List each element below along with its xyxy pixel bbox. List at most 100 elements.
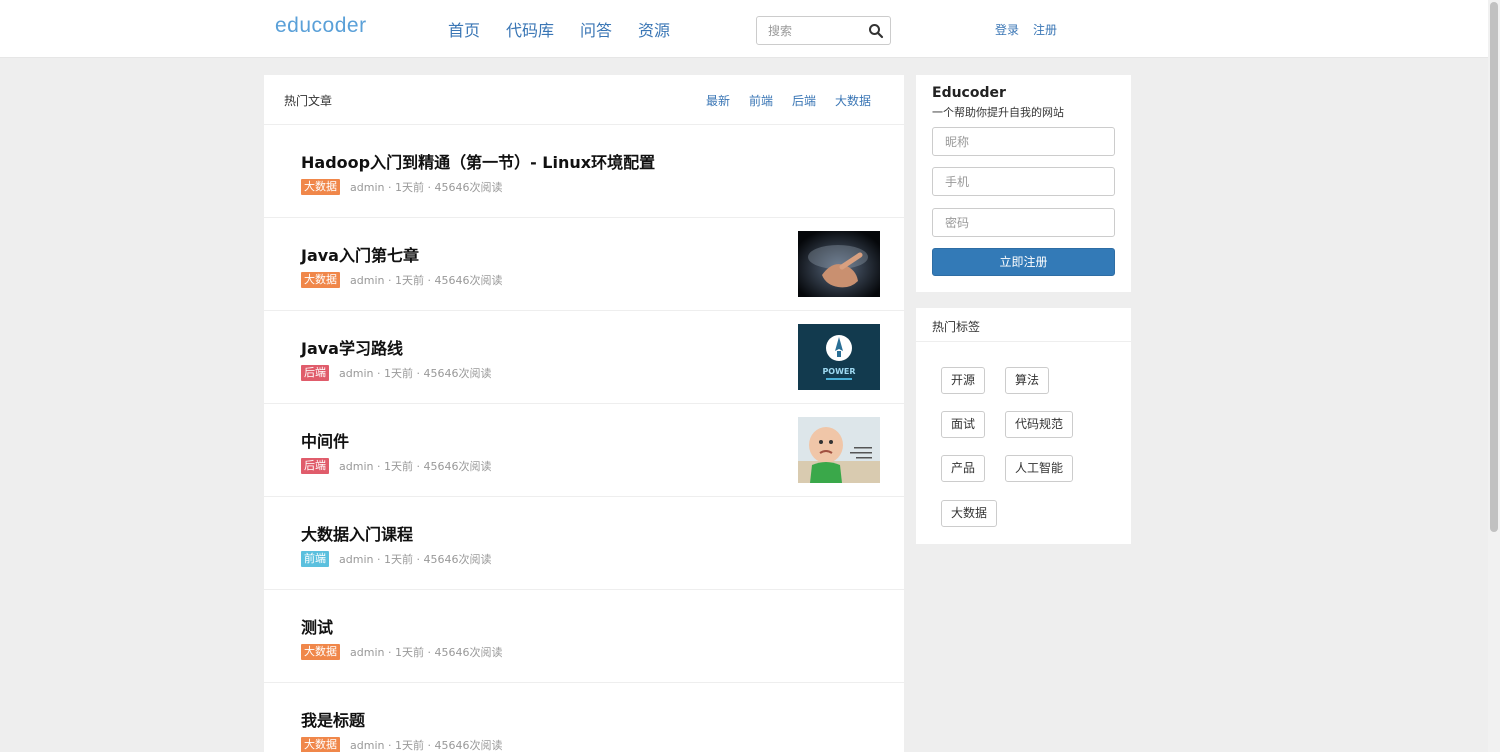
nav-resources[interactable]: 资源	[638, 17, 670, 41]
meta-separator: ·	[384, 273, 395, 287]
meta-separator: ·	[412, 459, 424, 473]
register-link[interactable]: 注册	[1033, 21, 1057, 38]
login-link[interactable]: 登录	[995, 21, 1019, 38]
category-filters: 最新 前端 后端 大数据	[706, 92, 871, 109]
search-icon[interactable]	[868, 23, 884, 39]
article-title[interactable]: Java学习路线	[301, 335, 403, 359]
article-time: 1天前	[383, 460, 413, 473]
category-badge[interactable]: 大数据	[301, 644, 340, 660]
article-reads: 45646次阅读	[434, 274, 503, 287]
meta-separator: ·	[373, 552, 384, 566]
phone-field-wrap	[932, 167, 1115, 196]
password-field-wrap	[932, 208, 1115, 237]
article-meta: 大数据 admin · 1天前 · 45646次阅读	[301, 737, 502, 752]
meta-separator: ·	[423, 180, 435, 194]
article-item[interactable]: Java学习路线 后端 admin · 1天前 · 45646次阅读 POWER	[264, 311, 904, 404]
article-reads: 45646次阅读	[423, 460, 492, 473]
article-list: Hadoop入门到精通（第一节）- Linux环境配置大数据 admin · 1天…	[264, 125, 904, 752]
meta-separator: ·	[384, 738, 395, 752]
article-meta: 大数据 admin · 1天前 · 45646次阅读	[301, 179, 502, 195]
article-time: 1天前	[394, 646, 424, 659]
nav-code-library[interactable]: 代码库	[506, 17, 554, 41]
article-reads: 45646次阅读	[434, 181, 503, 194]
article-reads: 45646次阅读	[423, 553, 492, 566]
panel-header: 热门文章 最新 前端 后端 大数据	[264, 75, 904, 125]
tag-bigdata[interactable]: 大数据	[941, 500, 998, 527]
meta-separator: ·	[423, 645, 435, 659]
article-time: 1天前	[383, 553, 413, 566]
main-nav: 首页 代码库 问答 资源	[448, 17, 670, 41]
category-badge[interactable]: 后端	[301, 365, 329, 381]
article-item[interactable]: 我是标题大数据 admin · 1天前 · 45646次阅读	[264, 683, 904, 752]
article-title[interactable]: Java入门第七章	[301, 242, 419, 266]
phone-field[interactable]	[933, 168, 1114, 195]
article-thumbnail[interactable]	[798, 231, 880, 297]
article-reads: 45646次阅读	[434, 646, 503, 659]
search-input[interactable]	[757, 17, 865, 44]
article-author: admin	[339, 366, 374, 380]
nav-home[interactable]: 首页	[448, 17, 480, 41]
category-badge[interactable]: 大数据	[301, 737, 340, 752]
article-author: admin	[350, 645, 385, 659]
nickname-field[interactable]	[933, 128, 1114, 155]
article-meta: 前端 admin · 1天前 · 45646次阅读	[301, 551, 491, 567]
article-item[interactable]: Java入门第七章 大数据 admin · 1天前 · 45646次阅读	[264, 218, 904, 311]
scrollbar-thumb[interactable]	[1490, 2, 1498, 532]
article-meta: 大数据 admin · 1天前 · 45646次阅读	[301, 272, 502, 288]
article-title[interactable]: 中间件	[301, 428, 349, 452]
article-title[interactable]: Hadoop入门到精通（第一节）- Linux环境配置	[301, 149, 655, 173]
article-author: admin	[350, 273, 385, 287]
article-item[interactable]: 测试 大数据 admin · 1天前 · 45646次阅读	[264, 590, 904, 683]
article-author: admin	[339, 459, 374, 473]
filter-frontend[interactable]: 前端	[749, 92, 773, 109]
article-title[interactable]: 我是标题	[301, 707, 365, 731]
article-thumbnail[interactable]	[798, 417, 880, 483]
page-scrollbar[interactable]	[1488, 0, 1500, 752]
hot-tags-header: 热门标签	[916, 308, 1131, 342]
category-badge[interactable]: 大数据	[301, 272, 340, 288]
hot-tags-card: 热门标签 开源 算法 面试 代码规范 产品 人工智能 大数据	[916, 308, 1131, 544]
article-thumbnail[interactable]: POWER	[798, 324, 880, 390]
tag-interview[interactable]: 面试	[941, 411, 986, 438]
category-badge[interactable]: 大数据	[301, 179, 340, 195]
tag-product[interactable]: 产品	[941, 455, 986, 482]
category-badge[interactable]: 前端	[301, 551, 329, 567]
nickname-field-wrap	[932, 127, 1115, 156]
article-item[interactable]: 大数据入门课程 前端 admin · 1天前 · 45646次阅读	[264, 497, 904, 590]
meta-separator: ·	[423, 738, 435, 752]
article-meta: 大数据 admin · 1天前 · 45646次阅读	[301, 644, 502, 660]
meta-separator: ·	[412, 366, 424, 380]
site-logo[interactable]: educoder	[275, 14, 367, 38]
article-meta: 后端 admin · 1天前 · 45646次阅读	[301, 458, 491, 474]
nav-qa[interactable]: 问答	[580, 17, 612, 41]
article-time: 1天前	[394, 739, 424, 752]
article-title[interactable]: 测试	[301, 614, 333, 638]
meta-separator: ·	[373, 459, 384, 473]
top-navbar: educoder 首页 代码库 问答 资源 登录 注册	[0, 0, 1488, 58]
filter-latest[interactable]: 最新	[706, 92, 730, 109]
filter-bigdata[interactable]: 大数据	[835, 92, 871, 109]
filter-backend[interactable]: 后端	[792, 92, 816, 109]
article-time: 1天前	[383, 367, 413, 380]
register-submit-button[interactable]: 立即注册	[932, 248, 1115, 276]
register-slogan: 一个帮助你提升自我的网站	[932, 106, 1064, 119]
article-item[interactable]: 中间件后端 admin · 1天前 · 45646次阅读	[264, 404, 904, 497]
panel-title: 热门文章	[284, 94, 333, 108]
password-field[interactable]	[933, 209, 1114, 236]
article-reads: 45646次阅读	[434, 739, 503, 752]
tag-code-style[interactable]: 代码规范	[1005, 411, 1074, 438]
register-card: Educoder 一个帮助你提升自我的网站 立即注册	[916, 75, 1131, 292]
article-title[interactable]: 大数据入门课程	[301, 521, 413, 545]
svg-text:POWER: POWER	[822, 367, 855, 376]
tag-ai[interactable]: 人工智能	[1005, 455, 1074, 482]
article-item[interactable]: Hadoop入门到精通（第一节）- Linux环境配置大数据 admin · 1天…	[264, 125, 904, 218]
article-time: 1天前	[394, 181, 424, 194]
meta-separator: ·	[384, 180, 395, 194]
tag-opensource[interactable]: 开源	[941, 367, 986, 394]
article-reads: 45646次阅读	[423, 367, 492, 380]
article-author: admin	[350, 738, 385, 752]
hot-articles-panel: 热门文章 最新 前端 后端 大数据 Hadoop入门到精通（第一节）- Linu…	[264, 75, 904, 752]
category-badge[interactable]: 后端	[301, 458, 329, 474]
tag-algorithm[interactable]: 算法	[1005, 367, 1050, 394]
article-author: admin	[339, 552, 374, 566]
